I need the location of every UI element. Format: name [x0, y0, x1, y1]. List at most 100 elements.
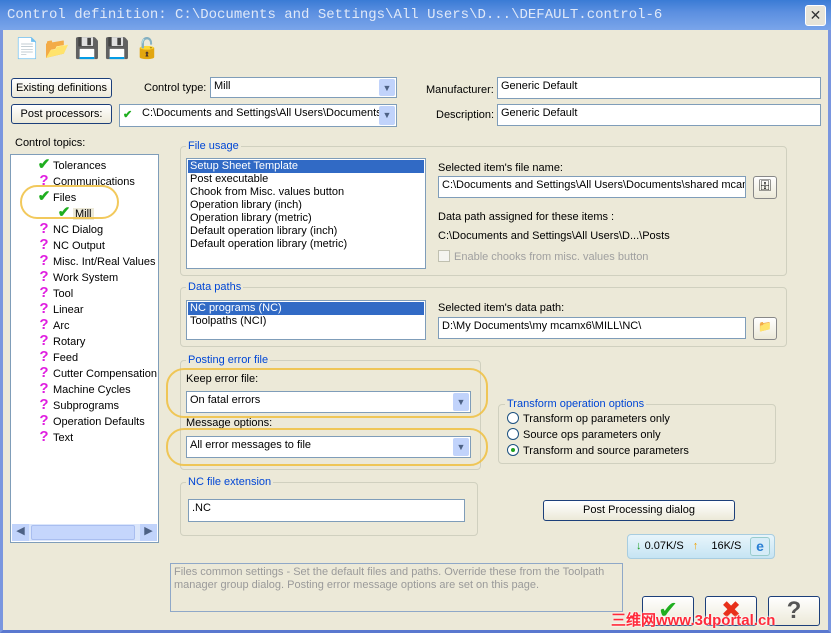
tree-item[interactable]: ✔ Tolerances: [35, 157, 107, 173]
new-file-button[interactable]: 📄: [14, 36, 40, 64]
scroll-thumb[interactable]: [31, 525, 135, 540]
tree-item-label: Cutter Compensation: [53, 368, 157, 380]
list-item[interactable]: Default operation library (inch): [188, 225, 424, 238]
file-usage-label: File usage: [186, 140, 241, 152]
arrow-up-icon: ↑: [692, 540, 699, 552]
tree-item[interactable]: ? Misc. Int/Real Values: [35, 253, 155, 269]
list-item[interactable]: Toolpaths (NCI): [188, 315, 424, 328]
scroll-right-icon[interactable]: ▶: [140, 524, 157, 541]
question-icon: ?: [39, 220, 49, 237]
save-as-button[interactable]: 💾: [104, 36, 130, 64]
open-folder-icon: 📂: [44, 38, 70, 60]
nc-extension-input[interactable]: .NC: [188, 499, 465, 522]
list-item[interactable]: Setup Sheet Template: [188, 160, 424, 173]
nc-extension-label: NC file extension: [186, 476, 274, 488]
transform-radio[interactable]: Source ops parameters only: [507, 428, 661, 441]
scroll-left-icon[interactable]: ◀: [12, 524, 29, 541]
question-icon: ?: [39, 348, 49, 365]
browse-file-button[interactable]: 🗄: [753, 176, 777, 199]
highlight-ellipse: [166, 368, 488, 418]
data-path-input[interactable]: D:\My Documents\my mcamx6\MILL\NC\: [438, 317, 746, 339]
radio-button[interactable]: [507, 412, 519, 424]
browse-folder-button[interactable]: 📁: [753, 317, 777, 340]
tree-item[interactable]: ? Linear: [35, 300, 83, 317]
watermark: 三维网www.3dportal.cn: [611, 612, 776, 629]
chevron-down-icon[interactable]: ▼: [379, 79, 395, 96]
radio-button[interactable]: [507, 444, 519, 456]
file-name-label: Selected item's file name:: [438, 162, 563, 174]
save-button[interactable]: 💾: [74, 36, 100, 64]
list-item[interactable]: Operation library (metric): [188, 212, 424, 225]
list-item[interactable]: Default operation library (metric): [188, 238, 424, 251]
post-processors-button[interactable]: Post processors:: [11, 104, 112, 124]
new-file-icon: 📄: [14, 38, 40, 60]
question-icon: ?: [39, 268, 49, 285]
tree-item-label: Tool: [53, 288, 74, 300]
enable-chooks-label: Enable chooks from misc. values button: [454, 251, 649, 263]
help-button[interactable]: ?: [768, 596, 820, 626]
enable-chooks-checkbox[interactable]: Enable chooks from misc. values button: [438, 250, 648, 263]
manufacturer-input[interactable]: Generic Default: [497, 77, 821, 99]
tree-item[interactable]: ? Text: [35, 429, 73, 445]
control-topics-label: Control topics:: [15, 137, 86, 149]
browser-icon[interactable]: e: [750, 537, 770, 556]
highlight-ellipse: [20, 185, 119, 219]
unlock-button[interactable]: 🔓: [134, 36, 160, 64]
data-path-selected-label: Selected item's data path:: [438, 302, 565, 314]
post-processor-select[interactable]: ✔ C:\Documents and Settings\All Users\Doc…: [119, 104, 397, 127]
question-icon: ?: [39, 364, 49, 381]
close-button[interactable]: ✕: [805, 5, 826, 26]
transform-radio[interactable]: Transform and source parameters: [507, 444, 689, 457]
posting-error-label: Posting error file: [186, 354, 271, 366]
description-input[interactable]: Generic Default: [497, 104, 821, 126]
list-item[interactable]: Post executable: [188, 173, 424, 186]
file-name-input[interactable]: C:\Documents and Settings\All Users\Docu…: [438, 176, 746, 198]
title-bar: Control definition: C:\Documents and Set…: [0, 0, 831, 30]
radio-label: Transform and source parameters: [523, 445, 689, 457]
question-icon: ?: [39, 380, 49, 397]
question-icon: ?: [39, 428, 49, 445]
radio-label: Transform op parameters only: [523, 413, 670, 425]
transform-radio[interactable]: Transform op parameters only: [507, 412, 670, 425]
tree-item[interactable]: ? Machine Cycles: [35, 380, 131, 397]
arrow-down-icon: ↓: [636, 540, 642, 552]
chevron-down-icon[interactable]: ▼: [379, 106, 395, 125]
existing-definitions-button[interactable]: Existing definitions: [11, 78, 112, 98]
data-path-value: C:\Documents and Settings\All Users\D...…: [438, 230, 670, 242]
question-icon: ?: [39, 284, 49, 301]
folder-icon: 📁: [758, 321, 772, 333]
tree-item[interactable]: ? Cutter Compensation: [35, 365, 157, 381]
question-icon: ?: [39, 300, 49, 317]
save-as-icon: 💾: [104, 38, 130, 60]
tree-item-label: Machine Cycles: [53, 384, 131, 396]
tree-item[interactable]: ? NC Dialog: [35, 221, 103, 237]
file-usage-list[interactable]: Setup Sheet Template Post executable Chook…: [186, 158, 426, 269]
tree-item[interactable]: ? Subprograms: [35, 397, 119, 413]
list-item[interactable]: Chook from Misc. values button: [188, 186, 424, 199]
list-item[interactable]: Operation library (inch): [188, 199, 424, 212]
tree-item[interactable]: ? Work System: [35, 269, 118, 285]
open-folder-button[interactable]: 📂: [44, 36, 70, 64]
data-path-label: Data path assigned for these items :: [438, 211, 615, 223]
tree-item[interactable]: ? Feed: [35, 349, 78, 365]
question-icon: ?: [39, 236, 49, 253]
tree-item[interactable]: ? Operation Defaults: [35, 412, 144, 429]
tree-item-label: Text: [53, 432, 74, 444]
horizontal-scrollbar[interactable]: ◀ ▶: [12, 524, 157, 541]
tree-item[interactable]: ? Rotary: [35, 333, 85, 349]
radio-button[interactable]: [507, 428, 519, 440]
tree-item-label: Work System: [53, 272, 119, 284]
tree-item[interactable]: ? Arc: [35, 316, 69, 333]
control-type-select[interactable]: Mill ▼: [210, 77, 397, 98]
data-paths-list[interactable]: NC programs (NC) Toolpaths (NCI): [186, 300, 426, 340]
checkbox-box[interactable]: [438, 250, 450, 262]
tree-item-label: Subprograms: [53, 400, 120, 412]
question-icon: ?: [39, 412, 49, 429]
list-item[interactable]: NC programs (NC): [188, 302, 424, 315]
highlight-ellipse: [166, 428, 488, 466]
data-paths-label: Data paths: [186, 281, 244, 293]
question-icon: ?: [39, 316, 49, 333]
tree-item[interactable]: ? Tool: [35, 285, 73, 301]
post-processing-dialog-button[interactable]: Post Processing dialog: [543, 500, 735, 521]
tree-item[interactable]: ? NC Output: [35, 237, 105, 253]
